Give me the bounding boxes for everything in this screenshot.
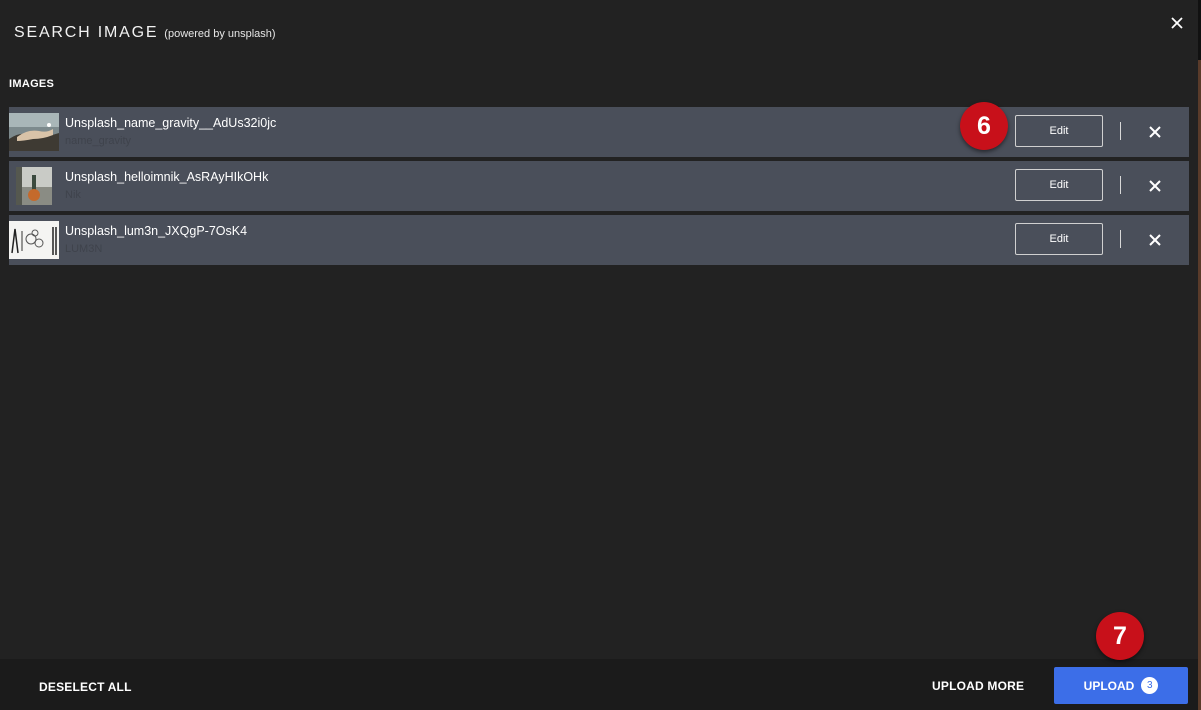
remove-icon[interactable]	[1147, 178, 1163, 194]
image-thumbnail	[9, 221, 59, 259]
upload-button-label: UPLOAD	[1083, 678, 1135, 693]
image-row[interactable]: Unsplash_lum3n_JXQgP-7OsK4 LUM3N Edit	[9, 215, 1189, 265]
image-title: Unsplash_name_gravity__AdUs32i0jc	[65, 116, 277, 130]
image-author: name_gravity	[65, 135, 132, 147]
search-image-dialog: SEARCH IMAGE (powered by unsplash) IMAGE…	[0, 0, 1201, 710]
divider	[1120, 122, 1121, 140]
divider	[1120, 176, 1121, 194]
deselect-all-button[interactable]: DESELECT ALL	[39, 680, 132, 694]
dialog-subtitle: (powered by unsplash)	[164, 28, 276, 40]
remove-icon[interactable]	[1147, 232, 1163, 248]
image-row[interactable]: Unsplash_helloimnik_AsRAyHIkOHk Nik Edit	[9, 161, 1189, 211]
image-row[interactable]: Unsplash_name_gravity__AdUs32i0jc name_g…	[9, 107, 1189, 157]
divider	[1120, 230, 1121, 248]
image-author: LUM3N	[65, 243, 103, 255]
images-section-label: IMAGES	[9, 78, 55, 90]
image-list: Unsplash_name_gravity__AdUs32i0jc name_g…	[9, 107, 1189, 269]
image-thumbnail	[16, 167, 52, 205]
close-icon[interactable]	[1167, 13, 1187, 33]
step-marker-upload: 7	[1096, 612, 1144, 660]
edit-button[interactable]: Edit	[1015, 115, 1103, 147]
upload-more-button[interactable]: UPLOAD MORE	[932, 679, 1024, 693]
upload-count-badge: 3	[1141, 677, 1159, 694]
dialog-footer: DESELECT ALL UPLOAD MORE UPLOAD 3	[0, 659, 1198, 710]
edit-button[interactable]: Edit	[1015, 223, 1103, 255]
step-marker-edit: 6	[960, 102, 1008, 150]
dialog-header: SEARCH IMAGE (powered by unsplash)	[14, 24, 276, 42]
image-thumbnail	[9, 113, 59, 151]
edit-button[interactable]: Edit	[1015, 169, 1103, 201]
image-author: Nik	[65, 189, 81, 201]
image-title: Unsplash_lum3n_JXQgP-7OsK4	[65, 224, 248, 238]
image-title: Unsplash_helloimnik_AsRAyHIkOHk	[65, 170, 269, 184]
dialog-title: SEARCH IMAGE	[14, 24, 159, 41]
upload-button[interactable]: UPLOAD 3	[1054, 667, 1188, 704]
remove-icon[interactable]	[1147, 124, 1163, 140]
